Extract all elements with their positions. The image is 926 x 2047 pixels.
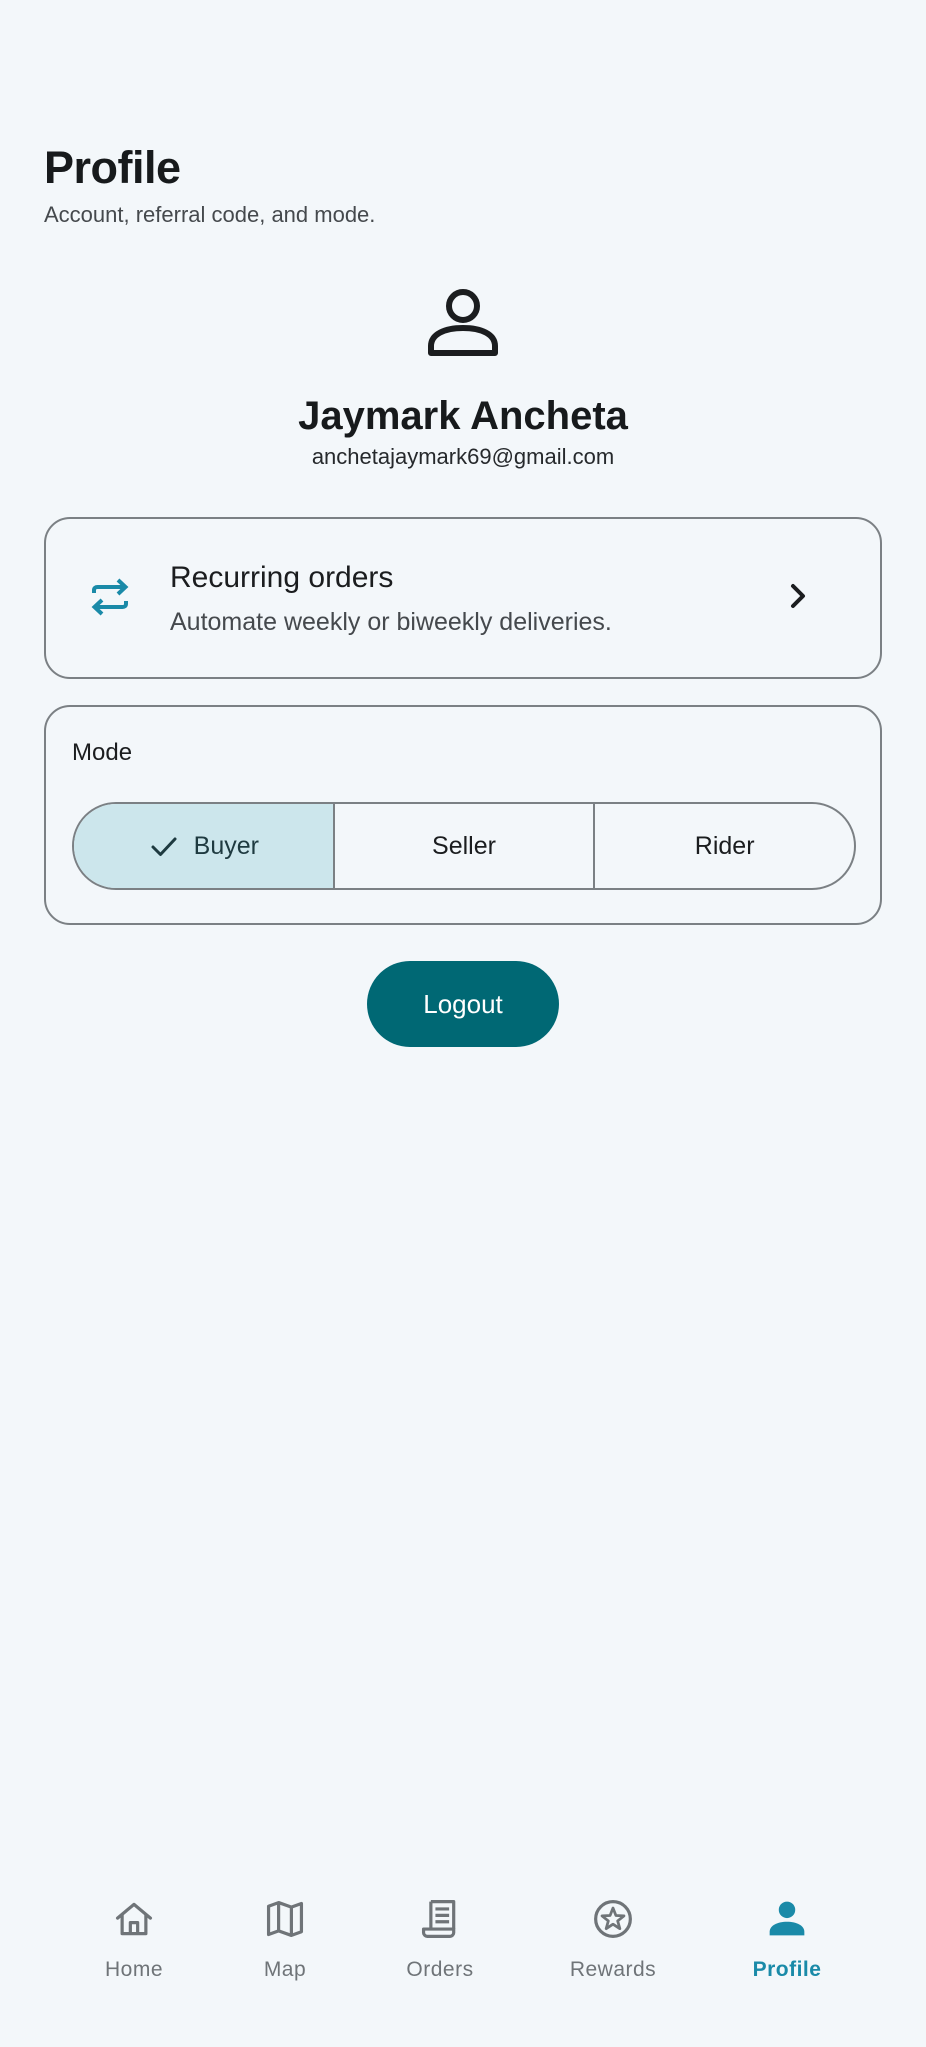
nav-item-home[interactable]: Home	[49, 1864, 219, 1984]
page-header: Profile Account, referral code, and mode…	[44, 140, 375, 230]
mode-segmented-control: Buyer Seller Rider	[72, 802, 856, 890]
mode-option-rider[interactable]: Rider	[595, 804, 854, 888]
recurring-orders-title: Recurring orders	[170, 561, 394, 594]
nav-item-rewards[interactable]: Rewards	[528, 1864, 698, 1984]
nav-label: Map	[263, 1958, 307, 1981]
receipt-icon	[421, 1900, 456, 1938]
profile-screen: Profile Account, referral code, and mode…	[0, 0, 926, 2047]
chevron-right-icon	[791, 584, 805, 608]
nav-item-profile[interactable]: Profile	[702, 1864, 872, 1984]
user-name: Jaymark Ancheta	[298, 394, 628, 438]
star-badge-icon	[594, 1900, 632, 1938]
person-icon	[428, 289, 498, 356]
recurring-orders-description: Automate weekly or biweekly deliveries.	[170, 608, 612, 636]
mode-label: Mode	[72, 739, 133, 766]
page-title: Profile	[44, 142, 181, 193]
person-icon	[769, 1901, 805, 1936]
check-icon	[151, 837, 177, 856]
map-icon	[266, 1900, 304, 1938]
bottom-navigation: Home Map Orders Rewards Profile	[0, 1864, 926, 2047]
nav-item-map[interactable]: Map	[200, 1864, 370, 1984]
nav-label: Profile	[752, 1958, 822, 1981]
nav-label: Rewards	[569, 1958, 657, 1981]
mode-option-label: Seller	[432, 831, 496, 860]
mode-option-buyer[interactable]: Buyer	[74, 804, 335, 888]
nav-label: Orders	[406, 1958, 474, 1981]
mode-option-label: Buyer	[193, 831, 259, 860]
logout-button[interactable]: Logout	[367, 961, 559, 1047]
page-subtitle: Account, referral code, and mode.	[44, 202, 376, 227]
user-email: anchetajaymark69@gmail.com	[311, 444, 615, 469]
repeat-icon	[91, 578, 129, 616]
mode-option-label: Rider	[694, 831, 755, 860]
mode-option-seller[interactable]: Seller	[335, 804, 596, 888]
home-icon	[115, 1902, 153, 1936]
recurring-orders-card[interactable]: Recurring orders Automate weekly or biwe…	[44, 517, 882, 679]
mode-card: Mode Buyer Seller Rider	[44, 705, 882, 925]
nav-label: Home	[104, 1958, 164, 1981]
nav-item-orders[interactable]: Orders	[355, 1864, 525, 1984]
